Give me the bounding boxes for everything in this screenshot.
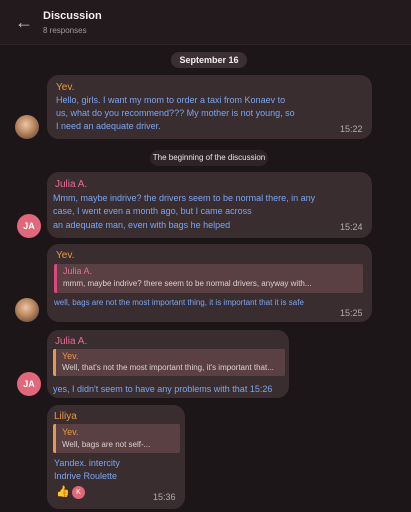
avatar[interactable]	[15, 298, 39, 322]
message-author[interactable]: Julia A.	[55, 336, 87, 347]
message-text-line: I need an adequate driver.	[56, 121, 161, 131]
avatar[interactable]: JA	[17, 372, 41, 396]
message-text-line: Mmm, maybe indrive? the drivers seem to …	[53, 193, 316, 203]
reply-quote[interactable]: Yev. Well, bags are not self-...	[53, 424, 180, 453]
message-time: 15:24	[340, 222, 363, 232]
reaction-user-avatar: K	[72, 486, 85, 499]
message-bubble: Yev. Julia A. mmm, maybe indrive? there …	[47, 244, 372, 322]
message-text-line: us, what do you recommend??? My mother i…	[56, 108, 295, 118]
message-author[interactable]: Yev.	[56, 250, 74, 261]
message-text-line: well, bags are not the most important th…	[54, 298, 304, 307]
avatar[interactable]	[15, 115, 39, 139]
message-text-line: an adequate man, even with bags he helpe…	[53, 220, 231, 230]
message-time: 15:22	[340, 124, 363, 134]
message-text-line: Indrive Roulette	[54, 471, 118, 481]
message-author[interactable]: Liliya	[54, 411, 77, 422]
back-arrow-icon[interactable]: ←	[14, 12, 34, 32]
thumbs-up-icon[interactable]: 👍	[56, 485, 70, 498]
date-separator: September 16	[171, 52, 247, 68]
reply-author: Julia A.	[63, 266, 93, 276]
reply-text: mmm, maybe indrive? there seem to be nor…	[63, 279, 312, 288]
message-bubble: Julia A. Yev. Well, that's not the most …	[47, 330, 289, 398]
discussion-header: ← Discussion 8 responses	[0, 0, 411, 45]
page-title: Discussion	[43, 10, 102, 22]
message-time: 15:36	[153, 492, 176, 502]
reply-text: Well, that's not the most important thin…	[62, 363, 274, 372]
message-bubble: Yev. Hello, girls. I want my mom to orde…	[47, 75, 372, 139]
message-author[interactable]: Julia A.	[55, 179, 87, 190]
reply-author: Yev.	[62, 351, 79, 361]
message-text-line: Yandex. intercity	[54, 458, 120, 468]
message-text-line: Hello, girls. I want my mom to order a t…	[56, 95, 286, 105]
reply-text: Well, bags are not self-...	[62, 440, 151, 449]
discussion-start-label: The beginning of the discussion	[150, 150, 268, 166]
message-bubble: Liliya Yev. Well, bags are not self-... …	[47, 405, 185, 509]
avatar[interactable]: JA	[17, 214, 41, 238]
responses-count: 8 responses	[43, 26, 87, 35]
reply-quote[interactable]: Julia A. mmm, maybe indrive? there seem …	[54, 264, 363, 293]
reply-author: Yev.	[62, 427, 79, 437]
message-time: 15:25	[340, 308, 363, 318]
message-text-line: yes, I didn't seem to have any problems …	[53, 384, 273, 394]
message-author[interactable]: Yev.	[56, 82, 74, 93]
message-bubble: Julia A. Mmm, maybe indrive? the drivers…	[47, 172, 372, 238]
message-text-line: case, I went even a month ago, but I cam…	[53, 206, 252, 216]
reply-quote[interactable]: Yev. Well, that's not the most important…	[53, 349, 285, 376]
